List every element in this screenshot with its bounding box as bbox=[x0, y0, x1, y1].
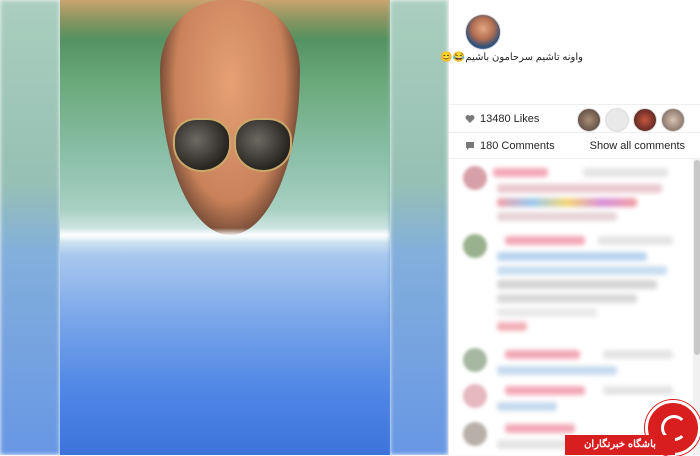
comments-scrollbar-thumb[interactable] bbox=[694, 160, 700, 355]
liker-avatar[interactable] bbox=[605, 108, 629, 132]
comment-line bbox=[603, 386, 673, 395]
comment-line bbox=[497, 252, 647, 261]
comment-line bbox=[497, 366, 617, 375]
image-blur-right bbox=[390, 0, 448, 455]
divider bbox=[449, 132, 700, 133]
show-all-comments-link[interactable]: Show all comments bbox=[590, 140, 685, 152]
comment-line bbox=[497, 294, 637, 303]
comment-avatar bbox=[463, 348, 487, 372]
photo-wave-foam bbox=[60, 228, 390, 242]
post-side-panel: واونه تاشیم سرحامون باشیم😂😊 13480 Likes … bbox=[440, 0, 700, 455]
sunglasses-right-lens bbox=[234, 118, 292, 172]
comment-line bbox=[497, 308, 597, 317]
comment-avatar bbox=[463, 166, 487, 190]
comment-line bbox=[493, 168, 548, 177]
comment-line bbox=[497, 212, 617, 221]
comment-line bbox=[497, 402, 557, 411]
photo-face bbox=[160, 0, 300, 235]
likes-label: 13480 Likes bbox=[480, 113, 540, 125]
comment-line bbox=[497, 266, 667, 275]
comment-avatar bbox=[463, 234, 487, 258]
comment-line bbox=[497, 322, 527, 331]
likes-count[interactable]: 13480 Likes bbox=[465, 113, 539, 125]
comment-avatar bbox=[463, 422, 487, 446]
comment-avatar bbox=[463, 384, 487, 408]
comments-label: 180 Comments bbox=[480, 140, 555, 152]
likers-avatars bbox=[577, 108, 685, 132]
brand-watermark: باشگاه خبرنگاران bbox=[565, 435, 675, 455]
comment-line bbox=[505, 236, 585, 245]
comment-icon bbox=[466, 142, 474, 150]
author-avatar[interactable] bbox=[465, 14, 501, 50]
comment-line bbox=[583, 168, 668, 177]
comment-line bbox=[505, 350, 580, 359]
post-image-area bbox=[0, 0, 448, 455]
sunglasses-left-lens bbox=[173, 118, 231, 172]
comment-line bbox=[505, 424, 575, 433]
comment-line bbox=[497, 198, 637, 207]
liker-avatar[interactable] bbox=[661, 108, 685, 132]
comment-line bbox=[497, 280, 657, 289]
liker-avatar[interactable] bbox=[577, 108, 601, 132]
image-blur-left bbox=[0, 0, 60, 455]
comment-line bbox=[505, 386, 585, 395]
comment-line bbox=[603, 350, 673, 359]
divider bbox=[449, 158, 700, 159]
heart-icon bbox=[465, 115, 475, 123]
post-photo[interactable] bbox=[60, 0, 390, 455]
liker-avatar[interactable] bbox=[633, 108, 657, 132]
post-caption: واونه تاشیم سرحامون باشیم😂😊 bbox=[440, 52, 583, 63]
comment-line bbox=[497, 184, 662, 193]
comments-count[interactable]: 180 Comments bbox=[465, 140, 555, 152]
comment-line bbox=[598, 236, 673, 245]
divider bbox=[449, 104, 700, 105]
